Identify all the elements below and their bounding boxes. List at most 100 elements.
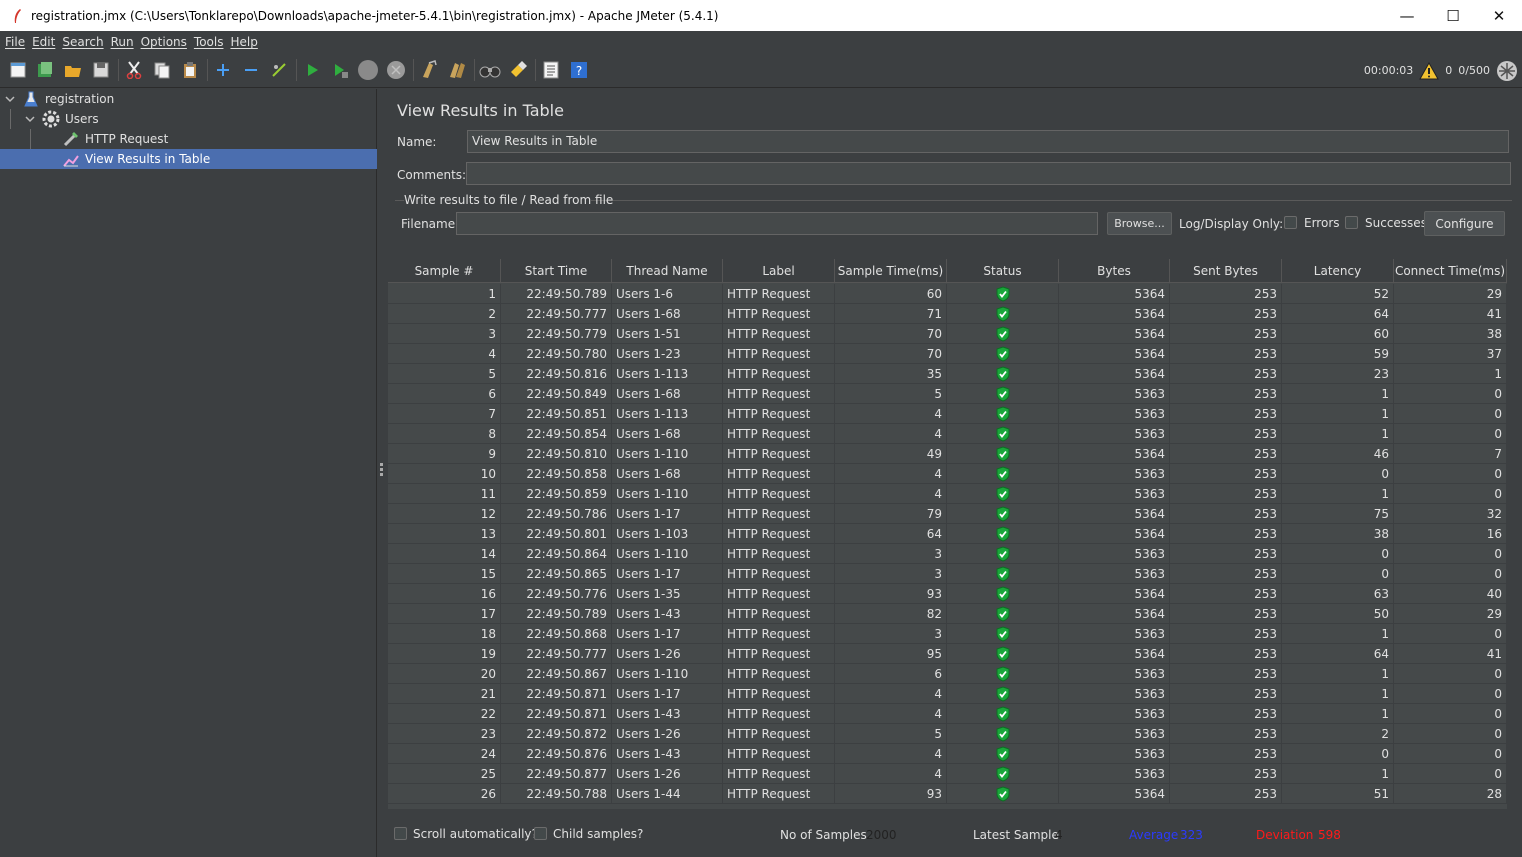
help-icon[interactable]: ? [568, 59, 590, 81]
cell-label: HTTP Request [723, 664, 835, 683]
cell-bytes: 5364 [1059, 504, 1170, 523]
menu-tools[interactable]: Tools [194, 35, 224, 49]
split-pane-divider[interactable] [378, 89, 386, 857]
table-row[interactable]: 16 22:49:50.776 Users 1-35 HTTP Request 93 53… [388, 584, 1507, 604]
cut-icon[interactable] [123, 59, 145, 81]
menu-edit[interactable]: Edit [32, 35, 55, 49]
chevron-down-icon[interactable] [24, 113, 36, 125]
cell-status [947, 784, 1059, 803]
start-no-pause-icon[interactable] [329, 59, 351, 81]
col-status[interactable]: Status [947, 259, 1059, 283]
cell-connect-time: 0 [1394, 544, 1507, 563]
copy-icon[interactable] [151, 59, 173, 81]
col-connect-time[interactable]: Connect Time(ms) [1394, 259, 1507, 283]
clear-icon[interactable] [418, 59, 440, 81]
table-row[interactable]: 19 22:49:50.777 Users 1-26 HTTP Request 95 53… [388, 644, 1507, 664]
search-binoculars-icon[interactable] [479, 59, 501, 81]
comments-field[interactable] [466, 162, 1511, 185]
table-row[interactable]: 11 22:49:50.859 Users 1-110 HTTP Request 4 53… [388, 484, 1507, 504]
menu-help[interactable]: Help [230, 35, 257, 49]
table-row[interactable]: 4 22:49:50.780 Users 1-23 HTTP Request 70 536… [388, 344, 1507, 364]
errors-label: Errors [1304, 216, 1340, 230]
save-icon[interactable] [90, 59, 112, 81]
table-row[interactable]: 14 22:49:50.864 Users 1-110 HTTP Request 3 53… [388, 544, 1507, 564]
table-row[interactable]: 5 22:49:50.816 Users 1-113 HTTP Request 35 53… [388, 364, 1507, 384]
menu-options[interactable]: Options [141, 35, 187, 49]
menu-search[interactable]: Search [62, 35, 103, 49]
close-button[interactable]: ✕ [1476, 0, 1522, 31]
tree-node-http-request[interactable]: HTTP Request [62, 129, 374, 149]
maximize-button[interactable]: ☐ [1430, 0, 1476, 31]
col-start-time[interactable]: Start Time [501, 259, 612, 283]
test-plan-flask-icon [22, 90, 40, 108]
menu-run[interactable]: Run [111, 35, 134, 49]
table-row[interactable]: 22 22:49:50.871 Users 1-43 HTTP Request 4 536… [388, 704, 1507, 724]
clear-all-icon[interactable] [446, 59, 468, 81]
table-row[interactable]: 3 22:49:50.779 Users 1-51 HTTP Request 70 536… [388, 324, 1507, 344]
scroll-automatically-checkbox[interactable] [394, 827, 407, 840]
table-row[interactable]: 8 22:49:50.854 Users 1-68 HTTP Request 4 5363… [388, 424, 1507, 444]
comments-label: Comments: [397, 168, 467, 182]
col-sample-number[interactable]: Sample # [388, 259, 501, 283]
collapse-icon[interactable] [240, 59, 262, 81]
cell-sent-bytes: 253 [1170, 484, 1282, 503]
col-latency[interactable]: Latency [1282, 259, 1394, 283]
start-icon[interactable] [301, 59, 323, 81]
table-row[interactable]: 18 22:49:50.868 Users 1-17 HTTP Request 3 536… [388, 624, 1507, 644]
cell-status [947, 484, 1059, 503]
table-row[interactable]: 7 22:49:50.851 Users 1-113 HTTP Request 4 536… [388, 404, 1507, 424]
successes-checkbox[interactable] [1345, 216, 1358, 229]
cell-sample-time: 4 [835, 464, 947, 483]
cell-thread-name: Users 1-113 [612, 364, 723, 383]
elapsed-time: 00:00:03 [1363, 64, 1414, 77]
stop-icon[interactable] [357, 59, 379, 81]
table-row[interactable]: 26 22:49:50.788 Users 1-44 HTTP Request 93 53… [388, 784, 1507, 804]
col-thread-name[interactable]: Thread Name [612, 259, 723, 283]
tree-node-test-plan[interactable]: registration [4, 89, 374, 109]
expand-icon[interactable] [212, 59, 234, 81]
function-helper-icon[interactable] [540, 59, 562, 81]
table-row[interactable]: 20 22:49:50.867 Users 1-110 HTTP Request 6 53… [388, 664, 1507, 684]
table-row[interactable]: 2 22:49:50.777 Users 1-68 HTTP Request 71 536… [388, 304, 1507, 324]
col-sent-bytes[interactable]: Sent Bytes [1170, 259, 1282, 283]
minimize-button[interactable]: — [1384, 0, 1430, 31]
table-row[interactable]: 15 22:49:50.865 Users 1-17 HTTP Request 3 536… [388, 564, 1507, 584]
table-row[interactable]: 1 22:49:50.789 Users 1-6 HTTP Request 60 5364… [388, 284, 1507, 304]
tree-node-view-results-table[interactable]: View Results in Table [0, 149, 377, 169]
open-icon[interactable] [62, 59, 84, 81]
name-field[interactable]: View Results in Table [467, 130, 1509, 153]
menu-file[interactable]: File [5, 35, 25, 49]
remote-globe-icon[interactable] [1496, 60, 1518, 82]
filename-field[interactable] [456, 212, 1098, 235]
reset-search-icon[interactable] [507, 59, 529, 81]
table-vertical-scrollbar[interactable] [1507, 259, 1512, 809]
child-samples-checkbox[interactable] [534, 827, 547, 840]
configure-button[interactable]: Configure [1424, 211, 1505, 236]
warning-icon[interactable] [1419, 61, 1440, 80]
table-row[interactable]: 9 22:49:50.810 Users 1-110 HTTP Request 49 53… [388, 444, 1507, 464]
cell-bytes: 5363 [1059, 704, 1170, 723]
table-row[interactable]: 6 22:49:50.849 Users 1-68 HTTP Request 5 5363… [388, 384, 1507, 404]
chevron-down-icon[interactable] [4, 93, 16, 105]
paste-icon[interactable] [179, 59, 201, 81]
cell-label: HTTP Request [723, 764, 835, 783]
table-row[interactable]: 21 22:49:50.871 Users 1-17 HTTP Request 4 536… [388, 684, 1507, 704]
table-row[interactable]: 25 22:49:50.877 Users 1-26 HTTP Request 4 536… [388, 764, 1507, 784]
col-label[interactable]: Label [723, 259, 835, 283]
table-row[interactable]: 24 22:49:50.876 Users 1-43 HTTP Request 4 536… [388, 744, 1507, 764]
toggle-icon[interactable] [268, 59, 290, 81]
errors-checkbox[interactable] [1284, 216, 1297, 229]
table-row[interactable]: 17 22:49:50.789 Users 1-43 HTTP Request 82 53… [388, 604, 1507, 624]
status-success-shield-icon [996, 785, 1010, 802]
new-icon[interactable] [7, 59, 29, 81]
col-bytes[interactable]: Bytes [1059, 259, 1170, 283]
col-sample-time[interactable]: Sample Time(ms) [835, 259, 947, 283]
table-row[interactable]: 13 22:49:50.801 Users 1-103 HTTP Request 64 5… [388, 524, 1507, 544]
table-row[interactable]: 12 22:49:50.786 Users 1-17 HTTP Request 79 53… [388, 504, 1507, 524]
browse-button[interactable]: Browse... [1107, 212, 1172, 235]
tree-node-thread-group[interactable]: Users [24, 109, 374, 129]
table-row[interactable]: 23 22:49:50.872 Users 1-26 HTTP Request 5 536… [388, 724, 1507, 744]
templates-icon[interactable] [34, 59, 56, 81]
shutdown-icon[interactable] [385, 59, 407, 81]
table-row[interactable]: 10 22:49:50.858 Users 1-68 HTTP Request 4 536… [388, 464, 1507, 484]
